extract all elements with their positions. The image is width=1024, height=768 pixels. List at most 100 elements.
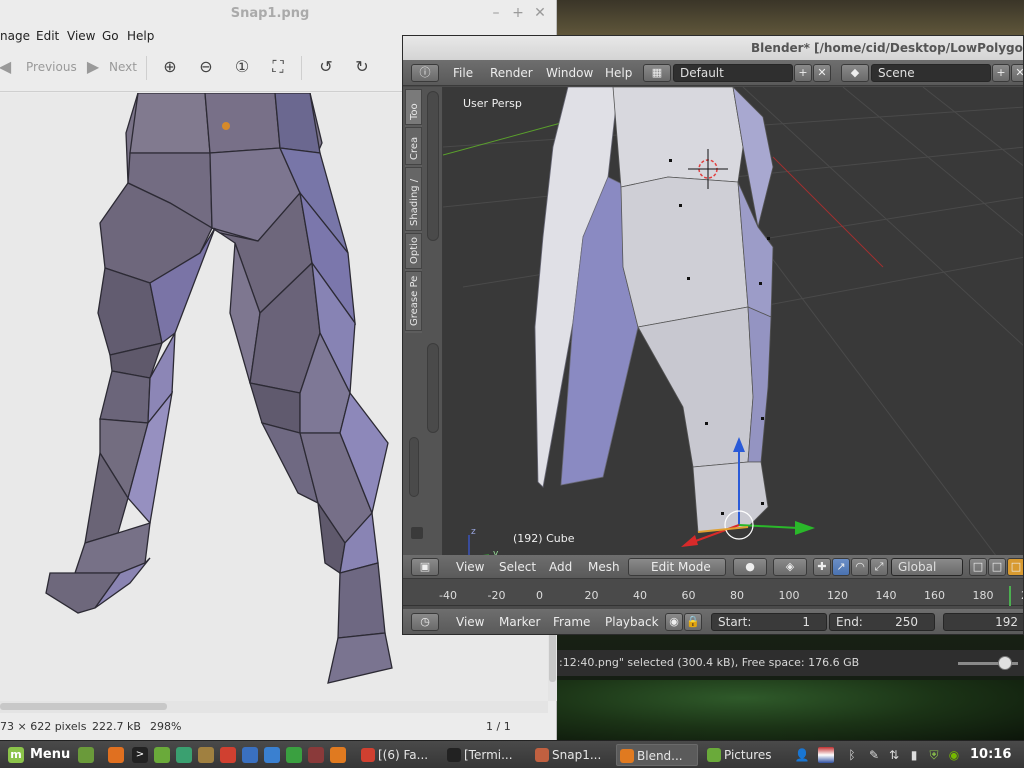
scene-select[interactable]: Scene [871,64,991,82]
chrome-icon[interactable] [220,747,236,763]
record-icon[interactable]: ◉ [665,613,683,631]
menu-add[interactable]: Add [549,560,572,574]
timeline-editor-type-icon[interactable]: ◷ [411,613,439,631]
menu-window[interactable]: Window [546,66,593,80]
terminal-icon[interactable]: > [132,747,148,763]
timeline-menu-marker[interactable]: Marker [499,615,540,629]
menu-view[interactable]: View [456,560,484,574]
user-icon[interactable]: 👤 [794,747,810,763]
layer-button-3[interactable]: □ [1007,558,1023,576]
pivot-point-icon[interactable]: ◈ [773,558,807,576]
properties-region-handle[interactable] [409,437,419,497]
task-terminal[interactable]: [Termi... [444,744,528,766]
firefox-icon[interactable] [108,747,124,763]
lock-icon[interactable]: 🔒 [684,613,702,631]
tab-shading[interactable]: Shading / [405,167,422,231]
battery-icon[interactable]: ▮ [906,747,922,763]
tab-grease-pencil[interactable]: Grease Pe [405,271,422,331]
menu-render[interactable]: Render [490,66,533,80]
task-facebook[interactable]: [(6) Fa... [358,744,440,766]
tab-tools[interactable]: Too [405,89,422,125]
viewer-titlebar[interactable]: Snap1.png – + ✕ [0,0,556,28]
document-icon[interactable] [264,747,280,763]
task-snap1[interactable]: Snap1... [532,744,612,766]
3d-viewport[interactable]: User Persp (192) Cube z y [443,87,1023,565]
scale-manipulator-icon[interactable]: ⤢ [870,558,888,576]
clock[interactable]: 10:16 [970,747,1011,762]
maximize-icon[interactable]: + [509,4,527,22]
tool-shelf-scrollbar[interactable] [427,91,439,241]
scene-icon[interactable]: ◆ [841,64,869,82]
timeline-menu-playback[interactable]: Playback [605,615,659,629]
app-icon[interactable] [308,747,324,763]
keyboard-layout-icon[interactable] [818,747,834,763]
blender-titlebar[interactable]: Blender* [/home/cid/Desktop/LowPolygonMa [403,36,1023,60]
rotate-left-icon[interactable]: ↺ [315,56,337,78]
delete-scene-icon[interactable]: ✕ [1011,64,1023,82]
timeline-tick-label: 180 [972,589,994,602]
tab-options[interactable]: Optio [405,233,422,269]
mode-select[interactable]: Edit Mode [628,558,726,576]
menu-mesh[interactable]: Mesh [588,560,620,574]
screen-layout-icon[interactable]: ▦ [643,64,671,82]
menu-image[interactable]: nage [0,29,30,43]
timeline-menu-frame[interactable]: Frame [553,615,590,629]
menu-help[interactable]: Help [605,66,632,80]
menu-view[interactable]: View [67,29,95,43]
timeline-menu-view[interactable]: View [456,615,484,629]
writer-icon[interactable] [242,747,258,763]
nvidia-icon[interactable]: ◉ [946,747,962,763]
start-frame-field[interactable]: Start: 1 [711,613,827,631]
shield-icon[interactable]: ⛨ [926,747,942,763]
gimp-icon[interactable] [198,747,214,763]
end-frame-field[interactable]: End: 250 [829,613,935,631]
menu-file[interactable]: File [453,66,473,80]
timeline-ruler[interactable]: -40-200204060801001201401601802 [403,586,1023,606]
zoom-fit-icon[interactable]: ⛶ [267,56,289,78]
files-icon[interactable] [154,747,170,763]
pen-icon[interactable]: ✎ [866,747,882,763]
zoom-normal-icon[interactable]: ① [231,56,253,78]
menu-select[interactable]: Select [499,560,536,574]
zoom-out-icon[interactable]: ⊖ [195,56,217,78]
editor-type-icon[interactable]: ▣ [411,558,439,576]
rotate-right-icon[interactable]: ↻ [351,56,373,78]
current-frame-field[interactable]: 192 [943,613,1023,631]
viewport-shading-icon[interactable]: ● [733,558,767,576]
blender-launcher-icon[interactable] [330,747,346,763]
region-toggle-icon[interactable] [411,527,423,539]
add-layout-icon[interactable]: + [794,64,812,82]
network-icon[interactable]: ⇅ [886,747,902,763]
manipulator-toggle-icon[interactable]: ✚ [813,558,831,576]
show-desktop-icon[interactable] [78,747,94,763]
menu-help[interactable]: Help [127,29,154,43]
chromium-icon[interactable] [176,747,192,763]
rotate-manipulator-icon[interactable]: ◠ [851,558,869,576]
tool-shelf-scrollbar-lower[interactable] [427,343,439,433]
tab-create[interactable]: Crea [405,127,422,165]
menu-go[interactable]: Go [102,29,119,43]
zoom-slider-knob[interactable] [998,656,1012,670]
bluetooth-icon[interactable]: ᛒ [844,747,860,763]
current-frame-marker[interactable] [1009,586,1011,606]
layer-button-2[interactable]: □ [988,558,1006,576]
minimize-icon[interactable]: – [487,4,505,22]
task-blender[interactable]: Blend... [616,744,698,766]
delete-layout-icon[interactable]: ✕ [813,64,831,82]
calc-icon[interactable] [286,747,302,763]
next-button[interactable]: Next [109,60,137,74]
translate-manipulator-icon[interactable]: ↗ [832,558,850,576]
start-menu-button[interactable]: m Menu [2,744,70,766]
zoom-in-icon[interactable]: ⊕ [159,56,181,78]
horizontal-scrollbar[interactable] [0,701,548,713]
layer-button-1[interactable]: □ [969,558,987,576]
horizontal-scroll-thumb[interactable] [0,703,167,710]
task-pictures[interactable]: Pictures [704,744,784,766]
close-icon[interactable]: ✕ [531,4,549,22]
transform-orientation-select[interactable]: Global [891,558,963,576]
info-editor-type-icon[interactable]: ⓘ [411,64,439,82]
screen-layout-select[interactable]: Default [673,64,793,82]
previous-button[interactable]: Previous [26,60,77,74]
add-scene-icon[interactable]: + [992,64,1010,82]
menu-edit[interactable]: Edit [36,29,59,43]
